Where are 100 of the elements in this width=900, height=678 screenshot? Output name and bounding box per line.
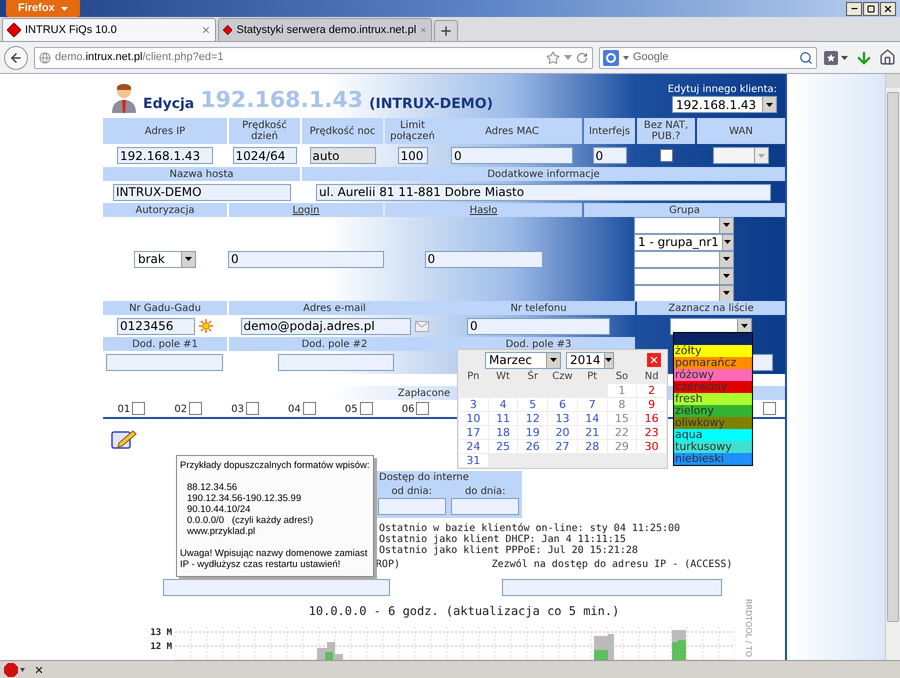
calendar-day[interactable]: 5 [518,398,548,411]
download-icon[interactable] [855,48,873,66]
to-date-field[interactable] [451,498,520,515]
search-field[interactable]: Google [599,46,817,68]
text-field[interactable] [163,579,390,596]
text-field[interactable] [278,354,394,370]
calendar-day[interactable]: 13 [548,412,577,425]
text-field[interactable] [502,579,722,596]
color-option[interactable]: niebieski [674,453,752,465]
month-dropdown[interactable]: Marzec [485,352,561,368]
dropdown-field[interactable]: 1 - grupa_nr1 [634,234,734,250]
calendar-day[interactable]: 24 [459,440,488,453]
calendar-day[interactable]: 4 [488,398,518,411]
calendar-day[interactable]: 21 [578,426,607,439]
firefox-menu-button[interactable]: Firefox [6,0,80,17]
calendar-day[interactable]: 3 [459,398,488,411]
dropdown-field[interactable] [634,216,734,234]
checkbox[interactable] [246,402,259,415]
calendar-day[interactable]: 17 [459,426,488,439]
calendar-day[interactable]: 26 [518,440,548,453]
calendar-day[interactable]: 27 [548,440,577,453]
calendar-day[interactable]: 9 [637,398,666,411]
year-dropdown[interactable]: 2014 [566,352,614,368]
calendar-day[interactable]: 2 [637,384,666,397]
checkbox[interactable] [132,402,146,415]
text-field[interactable]: 1024/64 [232,147,296,164]
client-dropdown[interactable]: 192.168.1.43 [672,96,777,113]
calendar-day[interactable]: 15 [608,412,636,425]
calendar-day[interactable]: 6 [548,398,577,411]
checkbox[interactable] [660,149,672,162]
calendar-day[interactable]: 8 [608,398,636,411]
color-option[interactable]: fresh [674,393,752,405]
plus-icon [439,24,453,38]
back-button[interactable] [4,46,28,70]
edit-note-icon[interactable] [111,429,137,449]
caret-icon[interactable] [564,55,572,60]
text-field[interactable]: 0 [592,147,626,164]
calendar-day[interactable]: 12 [518,412,548,425]
close-icon[interactable] [34,664,44,674]
calendar-day[interactable]: 1 [608,384,636,397]
dropdown-field[interactable] [634,284,734,302]
calendar-day[interactable]: 16 [637,412,666,425]
calendar-day[interactable]: 25 [488,440,518,453]
text-field[interactable] [106,354,223,370]
login-link[interactable]: Login [292,204,320,216]
bookmarks-menu-icon[interactable] [823,50,849,66]
dropdown-field[interactable] [634,250,734,268]
checkbox[interactable] [360,402,373,415]
text-field[interactable]: INTRUX-DEMO [113,184,291,200]
calendar-day[interactable]: 28 [578,440,607,453]
dropdown-field[interactable] [634,268,734,284]
browser-tab[interactable]: Statystyki serwera demo.intrux.net.pl [218,18,432,41]
text-field[interactable]: 0 [424,250,542,268]
calendar-day[interactable]: 29 [608,440,636,453]
home-icon[interactable] [879,49,896,66]
calendar-day[interactable]: 22 [608,426,636,439]
calendar-day[interactable]: 14 [578,412,607,425]
address-field[interactable]: demo.intrux.net.pl/client.php?ed=1 [34,46,593,68]
text-field[interactable]: 0 [467,318,610,334]
close-button[interactable] [880,2,896,16]
text-field[interactable]: 0 [451,147,573,164]
calendar-day[interactable]: 7 [578,398,607,411]
browser-tab[interactable]: INTRUX FiQs 10.0 [2,18,216,41]
calendar-day[interactable]: 23 [637,426,666,439]
checkbox[interactable] [762,402,776,415]
reload-icon[interactable] [576,52,588,64]
text-field[interactable]: 0123456 [117,318,195,334]
checkbox[interactable] [302,402,316,415]
calendar-day[interactable]: 10 [459,412,488,425]
new-tab-button[interactable] [434,20,458,41]
text-field[interactable]: demo@podaj.adres.pl [240,318,410,334]
color-option[interactable]: żółty [674,345,752,357]
calendar-day[interactable]: 30 [637,440,666,453]
text-field[interactable]: 192.168.1.43 [117,147,213,164]
close-tab-icon[interactable] [420,25,427,35]
calendar-day[interactable]: 20 [548,426,577,439]
text-field[interactable]: 0 [228,250,384,268]
search-icon[interactable] [799,50,813,64]
minimize-button[interactable] [846,2,862,16]
color-option[interactable] [674,333,752,345]
close-tab-icon[interactable] [201,25,211,35]
color-option[interactable]: aqua [674,429,752,441]
calendar-day[interactable]: 18 [488,426,518,439]
from-date-field[interactable] [378,498,446,515]
color-option[interactable]: turkusowy [674,441,752,453]
maximize-button[interactable] [863,2,879,16]
calendar-day[interactable]: 31 [459,454,488,467]
password-link[interactable]: Hasło [470,204,498,216]
checkbox[interactable] [416,402,430,415]
checkbox[interactable] [189,402,202,415]
dropdown-field[interactable]: brak [134,250,196,268]
text-field[interactable]: ul. Aurelii 81 11-881 Dobre Miasto [316,184,771,200]
color-option[interactable]: zielony [674,405,752,417]
adblock-icon[interactable] [4,662,26,676]
text-field[interactable]: 100 [398,147,428,164]
calendar-day[interactable]: 11 [488,412,518,425]
calendar-day[interactable]: 19 [518,426,548,439]
color-option[interactable]: pomarańcz [674,357,752,369]
color-option[interactable]: różowy [674,369,752,381]
bookmark-star-icon[interactable] [546,50,560,64]
